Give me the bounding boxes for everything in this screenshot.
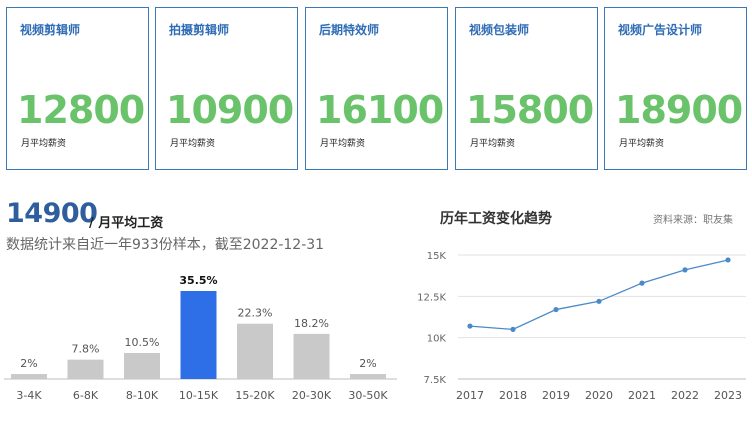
card-title: 拍摄剪辑师 [169, 23, 230, 37]
card-value: 16100 [316, 88, 444, 132]
bar-category-label: 15-20K [235, 389, 275, 402]
x-tick-label: 2023 [714, 389, 742, 402]
salary-distribution-bar-chart: 2% 3-4K 7.8% 6-8K 10.5% 8-10K 35.5% 10-15K 22.3%… [4, 274, 397, 402]
salary-card-video-ad-designer: 视频广告设计师 18900 月平均薪资 [604, 7, 747, 170]
card-title: 视频剪辑师 [20, 23, 81, 37]
x-tick-label: 2017 [456, 389, 484, 402]
bar-data-label: 22.3% [238, 307, 273, 320]
card-value: 10900 [166, 88, 294, 132]
bar-30-50K [350, 374, 386, 379]
average-salary-value: 14900 [6, 198, 98, 229]
card-value: 15800 [466, 88, 594, 132]
bar-data-label: 2% [20, 357, 37, 370]
data-point-2019 [553, 306, 559, 313]
bar-3-4K [11, 374, 47, 379]
data-point-2021 [639, 280, 645, 286]
salary-card-video-packager: 视频包装师 15800 月平均薪资 [455, 7, 598, 170]
card-subtitle: 月平均薪资 [170, 139, 216, 149]
card-value: 12800 [17, 88, 145, 132]
bar-6-8K [67, 359, 104, 379]
y-tick-label: 12.5K [417, 292, 446, 303]
bar-category-label: 30-50K [348, 389, 388, 402]
salary-card-video-editor: 视频剪辑师 12800 月平均薪资 [6, 7, 149, 170]
bar-10-15K [180, 291, 217, 379]
salary-trend-line-chart: 7.5K 10K 12.5K 15K 2017 2018 2019 2020 2021 2022 2… [417, 251, 746, 402]
data-point-2017 [467, 323, 473, 329]
data-point-2022 [682, 267, 688, 273]
sample-note: 数据统计来自近一年933份样本，截至2022-12-31 [6, 237, 325, 253]
card-subtitle: 月平均薪资 [320, 139, 366, 149]
bar-data-label: 7.8% [72, 343, 100, 356]
card-title: 视频广告设计师 [618, 23, 703, 37]
bar-8-10K [124, 352, 160, 379]
x-tick-label: 2018 [499, 389, 527, 402]
bar-20-30K [293, 333, 330, 379]
x-tick-label: 2022 [671, 389, 699, 402]
card-subtitle: 月平均薪资 [21, 139, 67, 149]
bar-15-20K [237, 323, 273, 379]
card-subtitle: 月平均薪资 [470, 139, 516, 149]
card-subtitle: 月平均薪资 [619, 139, 665, 149]
data-point-2018 [510, 326, 516, 332]
bar-category-label: 3-4K [16, 389, 42, 402]
salary-card-vfx-artist: 后期特效师 16100 月平均薪资 [305, 7, 448, 170]
bar-category-label: 8-10K [126, 389, 159, 402]
bar-data-label: 35.5% [179, 274, 217, 287]
y-tick-label: 10K [427, 334, 447, 345]
x-tick-label: 2020 [585, 389, 613, 402]
bar-data-label: 18.2% [294, 317, 329, 330]
data-point-2023 [725, 257, 731, 263]
bar-data-label: 10.5% [125, 336, 160, 349]
x-tick-label: 2019 [542, 389, 570, 402]
card-value: 18900 [615, 88, 743, 132]
y-tick-label: 7.5K [424, 375, 447, 386]
bar-category-label: 20-30K [292, 389, 332, 402]
salary-card-shooting-editor: 拍摄剪辑师 10900 月平均薪资 [155, 7, 298, 170]
average-salary-unit: / 月平均工资 [89, 216, 164, 231]
bar-category-label: 10-15K [179, 389, 219, 402]
y-tick-label: 15K [427, 251, 447, 262]
bar-category-label: 6-8K [73, 389, 99, 402]
data-point-2020 [596, 298, 602, 304]
card-title: 后期特效师 [319, 23, 380, 37]
card-title: 视频包装师 [469, 23, 530, 37]
series-line [469, 259, 729, 331]
x-tick-label: 2021 [628, 389, 656, 402]
bar-data-label: 2% [359, 357, 376, 370]
